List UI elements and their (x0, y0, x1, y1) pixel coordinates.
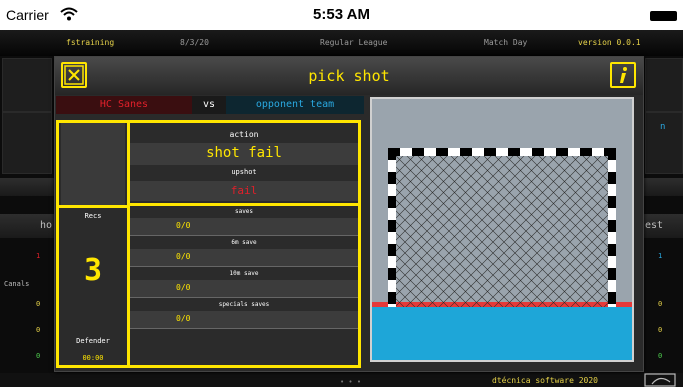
stat-row-specials: 0/0 (130, 311, 358, 329)
stat-value-saves: 0/0 (176, 221, 191, 230)
upshot-label: upshot (231, 168, 257, 176)
bg-left-label: ho (40, 220, 53, 231)
modal-header: pick shot (55, 57, 643, 95)
bg-right-num-3: 0 (658, 352, 663, 360)
player-number: 3 (83, 253, 103, 288)
upshot-value-box[interactable]: fail (130, 181, 358, 201)
stat-value-specials: 0/0 (176, 314, 191, 323)
footer-credit: dtécnica software 2020 (492, 376, 598, 385)
divider (59, 205, 127, 208)
bg-left-num-1: 0 (36, 300, 41, 308)
stat-row-saves: 0/0 (130, 218, 358, 236)
player-card[interactable]: Recs 3 Defender 00:00 (56, 120, 130, 368)
saves-stats-panel: saves 0/0 6m save 0/0 10m save 0/0 speci… (127, 203, 361, 368)
action-label: action (229, 130, 259, 139)
court-floor (372, 307, 632, 360)
bottom-dots: • • • (340, 378, 362, 386)
player-position: Defender (76, 337, 110, 345)
version-label: version 0.0.1 (578, 38, 641, 47)
stat-row-10m: 0/0 (130, 280, 358, 298)
action-panel: action shot fail upshot fail (127, 120, 361, 206)
match-info-bar: fstraining 8/3/20 Regular League Match D… (0, 30, 683, 56)
bg-blue-number: 1 (658, 252, 663, 260)
bg-right-label: est (645, 220, 664, 231)
upshot-value: fail (230, 184, 258, 197)
bg-red-number: 1 (36, 252, 41, 260)
bg-right-side-value: n (660, 122, 666, 132)
vs-label: vs (202, 99, 216, 110)
stat-value-10m: 0/0 (176, 283, 191, 292)
stat-row-6m: 0/0 (130, 249, 358, 267)
goal-net-icon (372, 148, 632, 360)
opponent-team-cell: opponent team (226, 96, 364, 114)
home-team-cell: HC Sanes (56, 96, 192, 114)
stat-label-6m: 6m save (231, 239, 257, 246)
bg-right-panel-top (645, 58, 683, 112)
info-icon (620, 67, 627, 83)
action-value-box[interactable]: shot fail (130, 143, 358, 165)
bg-left-panel-top (2, 58, 52, 112)
bottom-bar: • • • dtécnica software 2020 (0, 373, 683, 387)
bg-left-panel-mid (2, 112, 52, 174)
goal-target-area[interactable] (370, 97, 634, 362)
clock: 5:53 AM (313, 6, 370, 23)
stat-label-10m: 10m save (229, 270, 259, 277)
match-day-label: Match Day (484, 38, 528, 47)
opponent-team-name: opponent team (255, 99, 335, 110)
bg-right-num-1: 0 (658, 300, 663, 308)
player-photo-area (61, 123, 125, 205)
training-label: fstraining (66, 38, 115, 47)
stat-value-6m: 0/0 (176, 252, 191, 261)
league-label: Regular League (320, 38, 388, 47)
bg-left-num-3: 0 (36, 352, 41, 360)
player-role: Recs (84, 212, 102, 220)
home-team-name: HC Sanes (99, 99, 149, 110)
modal-title: pick shot (308, 67, 390, 85)
bg-canals-label: Canals (4, 280, 30, 288)
bg-right-num-2: 0 (658, 326, 663, 334)
player-time: 00:00 (82, 354, 104, 362)
stat-label-saves: saves (234, 208, 254, 215)
battery-icon (650, 11, 677, 21)
date-label: 8/3/20 (180, 38, 209, 47)
stat-label-specials: specials saves (218, 301, 270, 308)
info-button[interactable] (610, 62, 636, 88)
ios-status-bar: Carrier 5:53 AM (0, 0, 683, 30)
bg-left-num-2: 0 (36, 326, 41, 334)
action-value: shot fail (206, 145, 282, 161)
court-toggle-icon[interactable] (644, 373, 676, 387)
vs-cell: vs (192, 96, 226, 114)
goal-net (396, 156, 608, 307)
